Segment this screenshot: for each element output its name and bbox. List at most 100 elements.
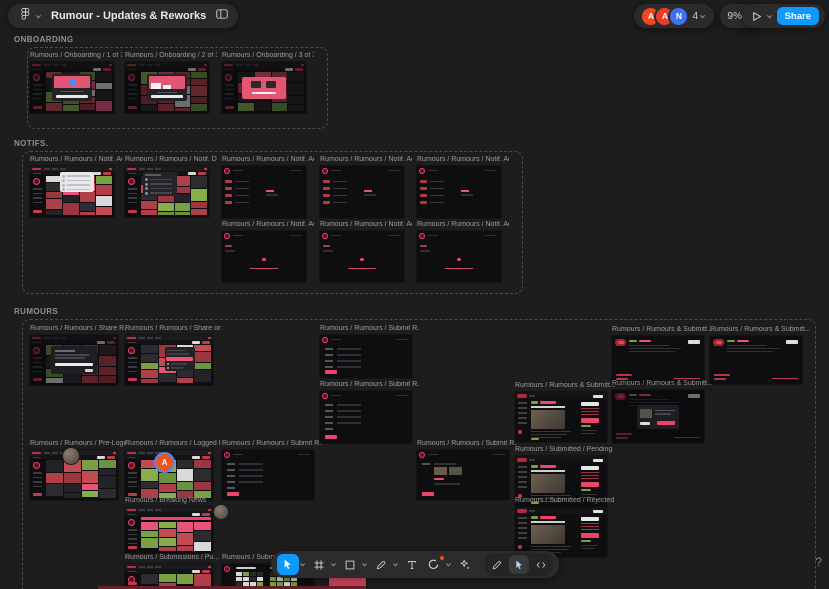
thumb-shape xyxy=(250,577,256,581)
frame-thumbnail[interactable] xyxy=(30,335,118,385)
thumb-shape xyxy=(128,357,137,359)
frame-label[interactable]: Rumours / Rumours / Pre-Login xyxy=(30,440,126,447)
thumb-shape xyxy=(337,366,361,368)
collaborator-avatar-canvas[interactable]: A xyxy=(154,452,175,473)
frame-thumbnail[interactable] xyxy=(320,231,404,282)
frame-label[interactable]: Rumours / Rumours / Share on... xyxy=(125,325,221,332)
frame-label[interactable]: Rumours / Rumours / Notif. Ac... xyxy=(320,221,412,228)
thumb-shape xyxy=(235,181,249,183)
thumb-shape xyxy=(518,422,527,424)
frame-label[interactable]: Rumours / Rumours / Notif. Dr... xyxy=(125,156,217,163)
canvas[interactable]: ONBOARDING NOTIFS. RUMOURS Rumours / Onboar… xyxy=(0,0,829,589)
frame-label[interactable]: Rumours / Submitted / Rejected xyxy=(515,497,614,504)
frame-thumbnail[interactable] xyxy=(125,166,209,217)
frame-label[interactable]: Rumours / Submitted / Pending xyxy=(515,446,612,453)
frame-label[interactable]: Rumours / Rumours / Notif. Ac... xyxy=(222,156,314,163)
pen-tool-chevron[interactable] xyxy=(392,554,400,575)
frame-label[interactable]: Rumours / Rumours / Notif. Ac... xyxy=(30,156,122,163)
frame-label[interactable]: Rumours / Rumours / Submit R... xyxy=(320,325,420,332)
thumb-shape xyxy=(629,351,675,352)
thumb-shape xyxy=(128,457,136,459)
frame-label[interactable]: Rumours / Onboarding / 2 of 3 xyxy=(125,52,217,59)
frame-thumbnail[interactable] xyxy=(222,166,306,218)
frame-thumbnail[interactable] xyxy=(417,231,501,282)
section-label[interactable]: RUMOURS xyxy=(14,307,58,316)
frame-label[interactable]: Rumours / Rumours & Submitt... xyxy=(612,326,712,333)
text-tool[interactable] xyxy=(401,554,423,575)
frame-label[interactable]: Rumours / Breaking News xyxy=(125,497,206,504)
frame-label[interactable]: Rumours / Rumours / Submit R... xyxy=(320,381,420,388)
frame-thumbnail[interactable] xyxy=(222,450,314,500)
frame-thumbnail[interactable] xyxy=(30,62,114,113)
draw-mode-button[interactable] xyxy=(487,555,507,574)
frame-tool[interactable] xyxy=(308,554,330,575)
frame-thumbnail[interactable] xyxy=(30,166,114,217)
frame-label[interactable]: Rumours / Rumours / Notif. Ac... xyxy=(320,156,412,163)
frame-thumbnail[interactable] xyxy=(222,231,306,282)
mode-toggle-group xyxy=(485,553,553,576)
thumb-shape xyxy=(52,168,58,170)
frame-label[interactable]: Rumours / Rumours / Notif. Ac... xyxy=(417,221,509,228)
frame-label[interactable]: Rumours / Rumours / Notif. Ac... xyxy=(222,221,314,228)
frame-thumbnail[interactable] xyxy=(222,62,306,113)
thumb-shape xyxy=(64,493,81,498)
section-label[interactable]: NOTIFS. xyxy=(14,139,48,148)
frame-label[interactable]: Rumours / Onboarding / 3 of 3 xyxy=(222,52,314,59)
thumb-shape xyxy=(107,456,115,459)
frame-thumbnail[interactable] xyxy=(612,390,704,443)
thumb-shape xyxy=(581,523,599,524)
help-button[interactable]: ? xyxy=(815,555,822,569)
frame-label[interactable]: Rumours / Rumours / Submit R... xyxy=(222,440,322,447)
frame-tool-chevron[interactable] xyxy=(330,554,338,575)
mini-logo xyxy=(127,168,136,171)
frame-label[interactable]: Rumours / Rumours / Share R... xyxy=(30,325,126,332)
thumb-shape xyxy=(593,459,603,462)
thumb-shape xyxy=(518,517,527,519)
frame-label[interactable]: Rumours / Rumours / Notif. Ac... xyxy=(417,156,509,163)
shape-tool-chevron[interactable] xyxy=(361,554,369,575)
frame-thumbnail[interactable] xyxy=(612,336,704,384)
frame-thumbnail[interactable] xyxy=(320,391,412,443)
frame-thumbnail[interactable] xyxy=(710,336,802,384)
thumb-shape xyxy=(147,168,153,170)
frame-label[interactable]: Rumours / Rumours / Logged In xyxy=(125,440,221,447)
thumb-shape xyxy=(99,460,116,468)
frame-thumbnail[interactable] xyxy=(417,166,501,218)
frame-thumbnail[interactable] xyxy=(125,507,213,553)
dev-mode-button[interactable] xyxy=(531,555,551,574)
thumb-shape xyxy=(323,187,330,190)
frame-label[interactable]: Rumours / Submissions / Pu... xyxy=(125,554,219,561)
frame-thumbnail[interactable] xyxy=(320,335,412,378)
pen-tool[interactable] xyxy=(370,554,392,575)
thumb-shape xyxy=(239,463,263,465)
thumb-shape xyxy=(191,176,207,188)
frame-label[interactable]: Rumours / Rumours & Submitt... xyxy=(612,380,712,387)
mini-modal xyxy=(637,405,679,429)
frame-thumbnail[interactable] xyxy=(125,335,213,385)
frame-thumbnail[interactable] xyxy=(515,392,607,442)
comment-tool-chevron[interactable] xyxy=(445,554,453,575)
frame-label[interactable]: Rumours / Rumours & Submitt... xyxy=(515,382,615,389)
frame-thumbnail[interactable] xyxy=(320,166,404,218)
frame-label[interactable]: Rumours / Rumours / Submit R... xyxy=(417,440,517,447)
thumb-shape xyxy=(34,463,39,468)
section-label[interactable]: ONBOARDING xyxy=(14,35,74,44)
thumb-shape xyxy=(714,378,726,380)
actions-tool[interactable] xyxy=(454,554,476,575)
thumb-shape xyxy=(655,410,675,412)
thumb-shape xyxy=(46,460,63,472)
comment-tool[interactable] xyxy=(423,554,445,575)
move-tool[interactable] xyxy=(277,554,299,575)
design-mode-button[interactable] xyxy=(509,555,529,574)
user-avatar-photo[interactable] xyxy=(213,504,229,520)
user-avatar-photo[interactable] xyxy=(62,447,80,465)
move-tool-chevron[interactable] xyxy=(299,554,307,575)
frame-thumbnail[interactable] xyxy=(515,507,607,557)
frame-label[interactable]: Rumours / Onboarding / 1 of 3 xyxy=(30,52,122,59)
frame-thumbnail[interactable] xyxy=(417,450,509,500)
thumb-shape xyxy=(208,337,211,340)
thumb-shape xyxy=(141,345,158,353)
frame-thumbnail[interactable] xyxy=(125,62,209,113)
shape-tool[interactable] xyxy=(339,554,361,575)
frame-label[interactable]: Rumours / Rumours & Submitt... xyxy=(710,326,810,333)
